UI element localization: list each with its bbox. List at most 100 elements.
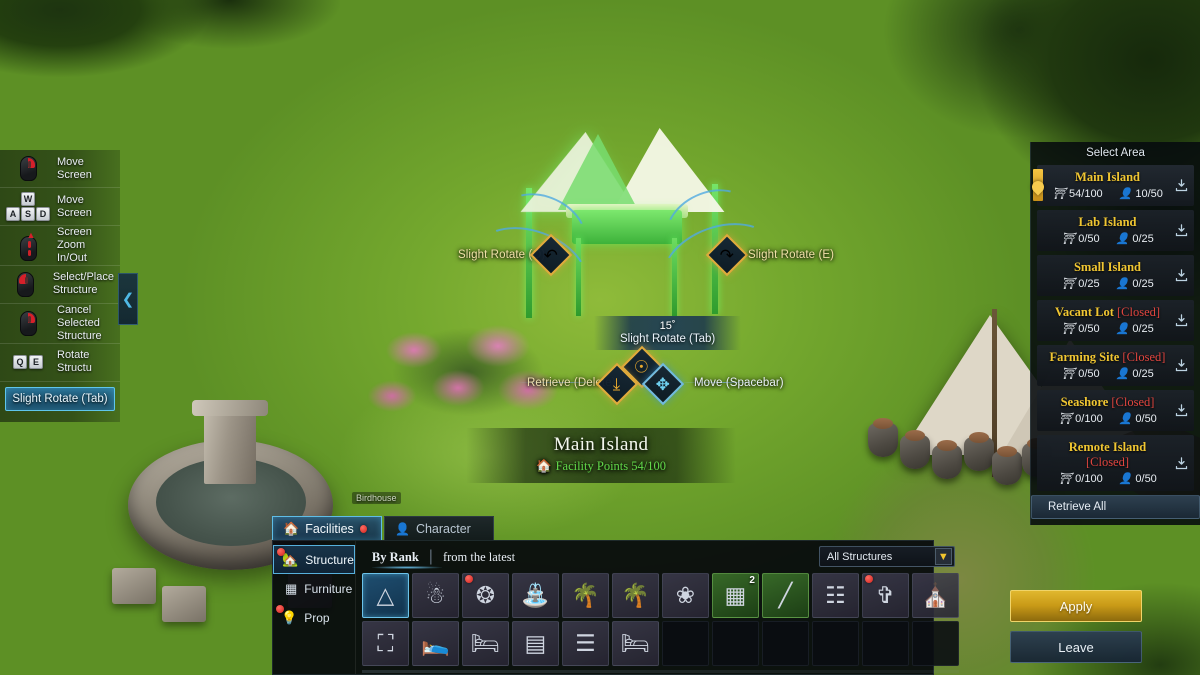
retrieve-download-icon[interactable] xyxy=(1171,221,1191,241)
sort-by-rank-button[interactable]: By Rank xyxy=(362,550,429,565)
canopy-tent-icon[interactable]: ⛲ xyxy=(511,573,559,618)
empty-slot xyxy=(861,621,909,666)
red-bedroll-icon: 🛏 xyxy=(620,630,650,656)
area-house-count: ⛩ 0/50 xyxy=(1061,367,1100,380)
empty-slot xyxy=(711,621,759,666)
ladder-bench-icon[interactable]: ☰ xyxy=(561,621,609,666)
select-area-title: Select Area xyxy=(1086,147,1145,159)
sort-from-latest-button[interactable]: from the latest xyxy=(433,550,525,565)
scaffold-icon[interactable]: ☷ xyxy=(811,573,859,618)
key-hint-row: W A S D Move Screen xyxy=(0,188,120,226)
area-closed-tag: [Closed] xyxy=(1122,350,1166,364)
flat-bed-icon[interactable]: ▤ xyxy=(511,621,559,666)
character-person-icon: 👤 xyxy=(395,521,410,536)
mouse-right-click-icon xyxy=(6,310,50,336)
retrieve-download-icon[interactable] xyxy=(1171,266,1191,286)
facilities-category-list: 🏡 Structure ▦ Furniture 💡 Prop xyxy=(273,541,356,674)
key-hint-label: Screen Zoom In/Out xyxy=(57,226,92,264)
area-row[interactable]: Small Island ⛩ 0/25 👤 0/25 xyxy=(1037,255,1194,296)
facility-points-text: Facility Points 54/100 xyxy=(555,459,666,473)
retrieve-download-icon[interactable] xyxy=(1171,356,1191,376)
item-quantity: 2 xyxy=(749,575,755,586)
key-d: D xyxy=(36,207,50,221)
area-stats: ⛩ 0/100 👤 0/50 xyxy=(1047,473,1168,485)
sort-active-underline xyxy=(371,566,442,569)
canopy-bed-icon: 🛏 xyxy=(470,630,500,656)
sack xyxy=(964,432,994,471)
palm-tree-icon[interactable]: 🌴 xyxy=(561,573,609,618)
sidebar-item-furniture[interactable]: ▦ Furniture xyxy=(273,574,355,603)
key-hint-label: Move Screen xyxy=(57,155,92,181)
grid-scrollbar[interactable] xyxy=(361,670,959,673)
area-row[interactable]: Main Island ⛩ 54/100 👤 10/50 xyxy=(1029,165,1194,206)
person-icon: 👤 xyxy=(1118,187,1133,200)
island-title-banner: Main Island 🏠 Facility Points 54/100 xyxy=(466,428,736,483)
area-row[interactable]: Farming Site [Closed] ⛩ 0/50 👤 0/25 xyxy=(1037,345,1194,386)
area-name: Vacant Lot [Closed] xyxy=(1054,305,1161,319)
green-crates-icon[interactable]: ▦ 2 xyxy=(711,573,759,618)
qe-keys-icon: Q E xyxy=(6,355,50,370)
ladder-bench-icon: ☰ xyxy=(575,630,596,656)
notification-badge xyxy=(276,605,284,613)
key-hints-panel: Move Screen W A S D Move Screen ▲ Screen… xyxy=(0,150,120,422)
sidebar-item-label: Furniture xyxy=(304,581,353,596)
rubble-pile-icon[interactable]: ❀ xyxy=(661,573,709,618)
sidebar-item-structure[interactable]: 🏡 Structure xyxy=(273,545,355,574)
red-bedroll-icon[interactable]: 🛏 xyxy=(611,621,659,666)
furniture-icon: ▦ xyxy=(285,581,298,596)
facilities-toolbar: By Rank | from the latest All Structures… xyxy=(362,546,959,569)
location-pin-icon xyxy=(1029,169,1047,201)
striped-stall-icon[interactable]: ⛶ xyxy=(361,621,409,666)
area-house-count: ⛩ 54/100 xyxy=(1052,187,1103,200)
area-person-count: 👤 0/25 xyxy=(1115,232,1154,245)
area-stats: ⛩ 0/25 👤 0/25 xyxy=(1047,278,1168,290)
scarecrow-icon[interactable]: ✞ xyxy=(861,573,909,618)
gazebo-icon[interactable]: ⛪ xyxy=(911,573,959,618)
retrieve-download-icon[interactable] xyxy=(1171,401,1191,421)
retrieve-download-icon[interactable] xyxy=(1171,176,1191,196)
house-icon: ⛩ xyxy=(1061,367,1076,380)
chevron-left-icon[interactable]: ❮ xyxy=(118,273,138,325)
area-stats: ⛩ 0/50 👤 0/25 xyxy=(1047,233,1168,245)
sidebar-item-label: Structure xyxy=(305,552,354,567)
canopy-bed-icon[interactable]: 🛏 xyxy=(461,621,509,666)
rotate-tab-hint: 15˚ Slight Rotate (Tab) xyxy=(594,316,742,350)
windmill-icon[interactable]: ❂ xyxy=(461,573,509,618)
person-icon: 👤 xyxy=(1118,472,1133,485)
sidebar-item-prop[interactable]: 💡 Prop xyxy=(273,603,355,632)
fountain-pillar xyxy=(204,406,256,484)
draped-bed-icon[interactable]: 🛌 xyxy=(411,621,459,666)
area-row[interactable]: Remote Island [Closed] ⛩ 0/100 👤 0/50 xyxy=(1037,435,1194,491)
area-person-count: 👤 10/50 xyxy=(1118,187,1163,200)
facility-points: 🏠 Facility Points 54/100 xyxy=(466,459,736,474)
area-stats: ⛩ 0/50 👤 0/25 xyxy=(1047,368,1168,380)
retrieve-all-button[interactable]: Retrieve All xyxy=(1031,495,1200,519)
chevron-down-icon[interactable]: ▼ xyxy=(934,548,952,565)
active-hint-slight-rotate[interactable]: Slight Rotate (Tab) xyxy=(5,386,115,411)
area-row[interactable]: Seashore [Closed] ⛩ 0/100 👤 0/50 xyxy=(1037,390,1194,431)
leave-button[interactable]: Leave xyxy=(1010,631,1142,663)
palm-tree-tall-icon[interactable]: 🌴 xyxy=(611,573,659,618)
person-icon: 👤 xyxy=(1115,277,1130,290)
sidebar-item-label: Prop xyxy=(304,610,330,625)
area-row[interactable]: Vacant Lot [Closed] ⛩ 0/50 👤 0/25 xyxy=(1037,300,1194,341)
person-icon: 👤 xyxy=(1118,412,1133,425)
sail-banner-icon[interactable]: △ xyxy=(361,573,409,618)
tab-facilities[interactable]: 🏠 Facilities xyxy=(272,516,382,540)
area-row[interactable]: Lab Island ⛩ 0/50 👤 0/25 xyxy=(1037,210,1194,251)
apply-button[interactable]: Apply xyxy=(1010,590,1142,622)
filter-dropdown[interactable]: All Structures ▼ xyxy=(818,546,955,567)
retrieve-download-icon[interactable] xyxy=(1171,453,1191,473)
wasd-keys-icon: W A S D xyxy=(6,192,50,221)
home-icon: 🏠 xyxy=(535,459,552,474)
green-beam-icon[interactable]: ╱ xyxy=(761,573,809,618)
dome-pavilion-icon[interactable]: ☃ xyxy=(411,573,459,618)
grid-row: ⛶ 🛌 🛏 ▤ ☰ 🛏 xyxy=(361,621,959,666)
fountain-pillar-cap xyxy=(192,400,268,416)
sack xyxy=(992,446,1022,485)
retrieve-download-icon[interactable] xyxy=(1171,311,1191,331)
area-person-count: 👤 0/25 xyxy=(1115,322,1154,335)
select-area-panel: Select Area Main Island ⛩ 54/100 👤 10/50 Lab … xyxy=(1029,142,1200,525)
tab-character[interactable]: 👤 Character xyxy=(384,516,494,540)
area-person-count: 👤 0/50 xyxy=(1118,472,1157,485)
